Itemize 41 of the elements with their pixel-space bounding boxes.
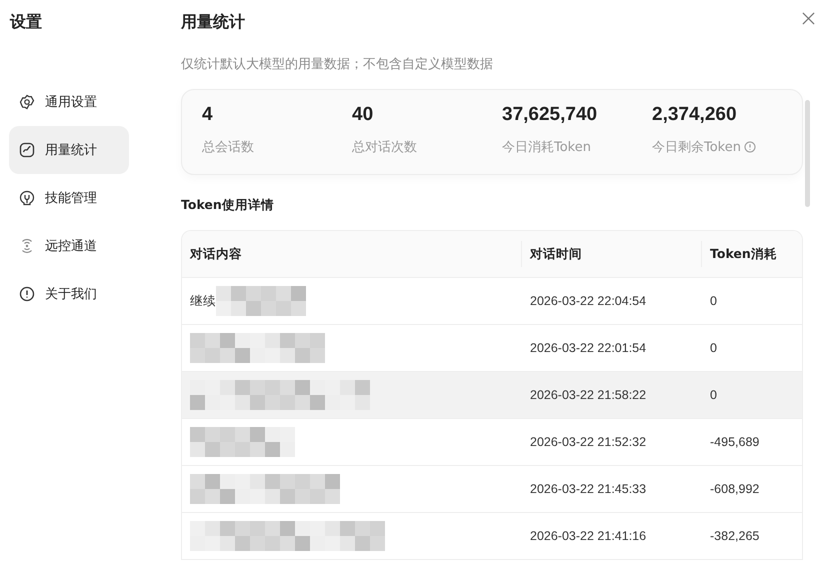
table-cell-text: 2026-03-22 22:01:54 (529, 341, 648, 355)
table-cell-text: 0 (709, 341, 718, 355)
table-cell-text: 2026-03-22 21:41:16 (529, 529, 648, 543)
stat-value: 37,625,740 (502, 104, 598, 126)
info-icon[interactable] (744, 141, 756, 153)
sidebar-title: 设置 (9, 12, 43, 33)
table-cell: 继续 (190, 292, 216, 310)
table-cell-text: 2026-03-22 21:58:22 (529, 388, 648, 402)
sidebar-item[interactable]: 技能管理 (9, 174, 129, 222)
column-header: Token消耗 (709, 244, 778, 262)
close-icon[interactable] (802, 12, 815, 25)
table-cell-text: -608,992 (709, 482, 760, 496)
sidebar-item[interactable]: 关于我们 (9, 270, 129, 318)
section-title: Token使用详情 (181, 197, 275, 214)
column-header: 对话时间 (522, 241, 702, 267)
stat-value: 4 (202, 104, 214, 126)
stat-label: 今日剩余Token (652, 139, 741, 156)
stat-label: 总会话数 (202, 139, 254, 156)
signal-icon (19, 238, 35, 254)
chart-icon (19, 142, 35, 158)
table-cell-text: -382,265 (709, 529, 760, 543)
badge-icon (19, 190, 35, 206)
stat-value: 40 (352, 104, 374, 126)
page-subtitle: 仅统计默认大模型的用量数据；不包含自定义模型数据 (181, 56, 494, 73)
sidebar-item[interactable]: 用量统计 (9, 126, 129, 174)
stat-value: 2,374,260 (652, 104, 738, 126)
settings-icon (19, 94, 35, 110)
sidebar-item[interactable]: 远控通道 (9, 222, 129, 270)
table-cell-text: 2026-03-22 22:04:54 (529, 294, 648, 308)
page-title: 用量统计 (181, 12, 246, 33)
table-cell-text: 2026-03-22 21:45:33 (529, 482, 648, 496)
stat-label: 今日消耗Token (502, 139, 591, 156)
sidebar-item[interactable]: 通用设置 (9, 78, 129, 126)
scrollbar[interactable] (805, 100, 810, 207)
table-cell-text: 2026-03-22 21:52:32 (529, 435, 648, 449)
column-header: 对话内容 (182, 241, 522, 267)
info-icon (19, 286, 35, 302)
table-cell-text: -495,689 (709, 435, 760, 449)
table-cell-text: 0 (709, 294, 718, 308)
table-cell-text: 0 (709, 388, 718, 402)
stat-label: 总对话次数 (352, 139, 417, 156)
